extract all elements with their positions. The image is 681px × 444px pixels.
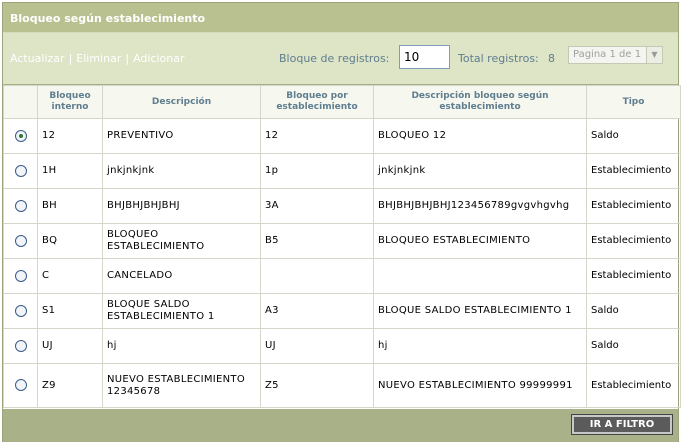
cell-bloqueo-interno: UJ bbox=[37, 328, 103, 364]
cell-tipo: Establecimiento bbox=[586, 188, 681, 224]
column-header-tipo: Tipo bbox=[586, 85, 681, 119]
page-select-value: Pagina 1 de 1 bbox=[573, 49, 642, 60]
toolbar: Actualizar | Eliminar | Adicionar Bloque de … bbox=[3, 33, 678, 85]
row-radio[interactable] bbox=[3, 258, 38, 294]
separator: | bbox=[125, 52, 130, 65]
radio-button[interactable] bbox=[14, 234, 27, 247]
cell-tipo: Establecimiento bbox=[586, 363, 681, 408]
cell-tipo: Saldo bbox=[586, 293, 681, 329]
cell-bloqueo-interno: C bbox=[37, 258, 103, 294]
row-radio[interactable] bbox=[3, 153, 38, 189]
cell-tipo: Saldo bbox=[586, 328, 681, 364]
cell-descripcion-bloqueo bbox=[373, 258, 587, 294]
cell-descripcion: PREVENTIVO bbox=[102, 118, 261, 154]
row-radio[interactable] bbox=[3, 118, 38, 154]
cell-bloqueo-establecimiento: Z5 bbox=[260, 363, 374, 408]
table-row[interactable]: BH BHJBHJBHJBHJ 3A BHJBHJBHJBHJ123456789gvg… bbox=[3, 188, 681, 224]
cell-descripcion-bloqueo: BHJBHJBHJBHJ123456789gvgvhgvhg bbox=[373, 188, 587, 224]
cell-bloqueo-interno: S1 bbox=[37, 293, 103, 329]
total-records-value: 8 bbox=[548, 52, 555, 65]
eliminar-link[interactable]: Eliminar bbox=[76, 52, 121, 65]
chevron-down-icon[interactable]: ▼ bbox=[646, 47, 662, 63]
cell-bloqueo-establecimiento: 3A bbox=[260, 188, 374, 224]
column-header-descripcion-bloqueo: Descripción bloqueo según establecimient… bbox=[373, 85, 587, 119]
table-row[interactable]: 12 PREVENTIVO 12 BLOQUEO 12 Saldo bbox=[3, 118, 681, 154]
table-row[interactable]: UJ hj UJ hj Saldo bbox=[3, 328, 681, 364]
cell-bloqueo-establecimiento: B5 bbox=[260, 223, 374, 259]
cell-bloqueo-establecimiento: UJ bbox=[260, 328, 374, 364]
row-radio[interactable] bbox=[3, 188, 38, 224]
cell-bloqueo-establecimiento: A3 bbox=[260, 293, 374, 329]
cell-descripcion: jnkjnkjnk bbox=[102, 153, 261, 189]
column-header-select bbox=[3, 85, 38, 119]
records-table: Bloqueo interno Descripción Bloqueo por … bbox=[3, 85, 681, 408]
block-size-label: Bloque de registros: bbox=[279, 52, 390, 65]
ir-a-filtro-button[interactable]: IR A FILTRO bbox=[571, 414, 673, 435]
cell-bloqueo-interno: Z9 bbox=[37, 363, 103, 408]
cell-descripcion: hj bbox=[102, 328, 261, 364]
cell-bloqueo-interno: 1H bbox=[37, 153, 103, 189]
cell-descripcion: BLOQUEO ESTABLECIMIENTO bbox=[102, 223, 261, 259]
column-header-bloqueo-establecimiento: Bloqueo por establecimiento bbox=[260, 85, 374, 119]
cell-descripcion: BLOQUE SALDO ESTABLECIMIENTO 1 bbox=[102, 293, 261, 329]
radio-button[interactable] bbox=[14, 269, 27, 282]
table-row[interactable]: S1 BLOQUE SALDO ESTABLECIMIENTO 1 A3 BLOQUE… bbox=[3, 293, 681, 329]
cell-descripcion: NUEVO ESTABLECIMIENTO 12345678 bbox=[102, 363, 261, 408]
cell-tipo: Establecimiento bbox=[586, 223, 681, 259]
cell-descripcion-bloqueo: BLOQUEO 12 bbox=[373, 118, 587, 154]
radio-button[interactable] bbox=[14, 129, 27, 142]
cell-tipo: Establecimiento bbox=[586, 153, 681, 189]
table-row[interactable]: 1H jnkjnkjnk 1p jnkjnkjnk Establecimiento bbox=[3, 153, 681, 189]
cell-descripcion-bloqueo: BLOQUEO ESTABLECIMIENTO bbox=[373, 223, 587, 259]
cell-descripcion-bloqueo: jnkjnkjnk bbox=[373, 153, 587, 189]
cell-tipo: Saldo bbox=[586, 118, 681, 154]
cell-tipo: Establecimiento bbox=[586, 258, 681, 294]
table-row[interactable]: C CANCELADO Establecimiento bbox=[3, 258, 681, 294]
cell-descripcion: BHJBHJBHJBHJ bbox=[102, 188, 261, 224]
table-row[interactable]: BQ BLOQUEO ESTABLECIMIENTO B5 BLOQUEO ESTAB… bbox=[3, 223, 681, 259]
cell-bloqueo-interno: 12 bbox=[37, 118, 103, 154]
radio-button[interactable] bbox=[14, 379, 27, 391]
actualizar-link[interactable]: Actualizar bbox=[10, 52, 65, 65]
cell-descripcion-bloqueo: hj bbox=[373, 328, 587, 364]
footer-bar: IR A FILTRO bbox=[3, 409, 678, 442]
bloqueo-panel: Bloqueo según establecimiento Actualizar… bbox=[2, 2, 681, 442]
table-row[interactable]: Z9 NUEVO ESTABLECIMIENTO 12345678 Z5 NUEVO … bbox=[3, 363, 681, 408]
row-radio[interactable] bbox=[3, 363, 38, 408]
cell-bloqueo-establecimiento: 1p bbox=[260, 153, 374, 189]
row-radio[interactable] bbox=[3, 223, 38, 259]
radio-button[interactable] bbox=[14, 199, 27, 212]
radio-button[interactable] bbox=[14, 339, 27, 352]
table-header-row: Bloqueo interno Descripción Bloqueo por … bbox=[3, 85, 681, 119]
row-radio[interactable] bbox=[3, 328, 38, 364]
column-header-descripcion: Descripción bbox=[102, 85, 261, 119]
adicionar-link[interactable]: Adicionar bbox=[133, 52, 184, 65]
cell-descripcion-bloqueo: BLOQUE SALDO ESTABLECIMIENTO 1 bbox=[373, 293, 587, 329]
cell-bloqueo-interno: BQ bbox=[37, 223, 103, 259]
column-header-bloqueo-interno: Bloqueo interno bbox=[37, 85, 103, 119]
page-select[interactable]: Pagina 1 de 1 ▼ bbox=[568, 46, 663, 64]
radio-button[interactable] bbox=[14, 164, 27, 177]
cell-descripcion: CANCELADO bbox=[102, 258, 261, 294]
block-size-input[interactable] bbox=[399, 45, 450, 69]
radio-button[interactable] bbox=[14, 304, 27, 317]
cell-bloqueo-establecimiento bbox=[260, 258, 374, 294]
cell-descripcion-bloqueo: NUEVO ESTABLECIMIENTO 99999991 bbox=[373, 363, 587, 408]
separator: | bbox=[68, 52, 73, 65]
action-links: Actualizar | Eliminar | Adicionar bbox=[10, 52, 185, 65]
row-radio[interactable] bbox=[3, 293, 38, 329]
cell-bloqueo-interno: BH bbox=[37, 188, 103, 224]
cell-bloqueo-establecimiento: 12 bbox=[260, 118, 374, 154]
total-records-label: Total registros: bbox=[458, 52, 539, 65]
panel-title: Bloqueo según establecimiento bbox=[3, 3, 678, 33]
